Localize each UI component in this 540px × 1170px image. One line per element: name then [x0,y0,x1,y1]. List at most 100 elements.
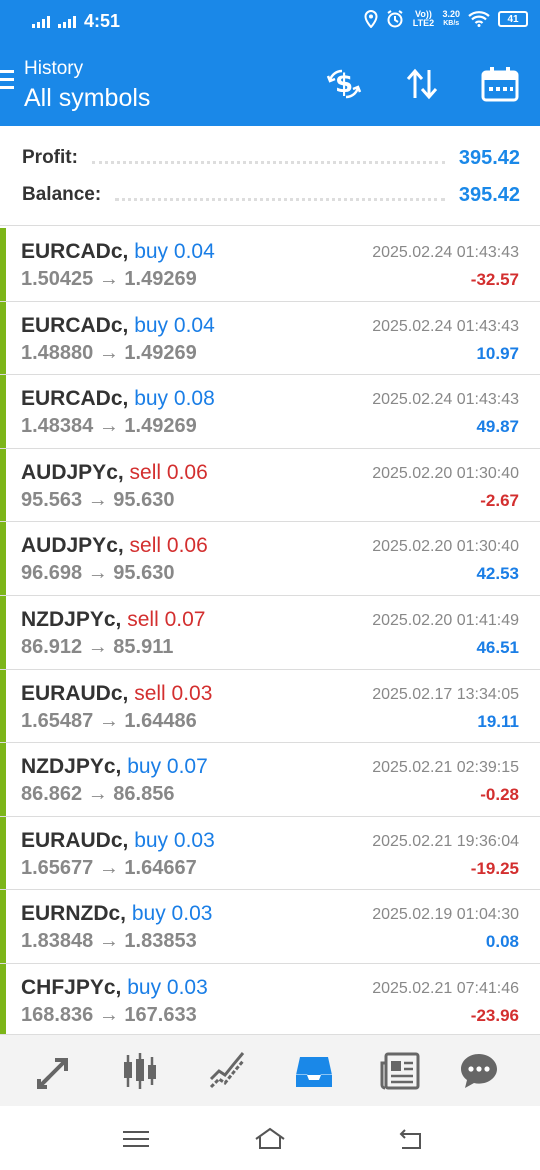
trade-prices: 168.836 → 167.633 [21,1003,197,1026]
trade-time: 2025.02.24 01:43:43 [372,244,519,261]
trade-symbol: EURCADc, buy 0.08 [21,387,215,411]
location-icon [364,10,378,28]
nav-history[interactable] [292,1049,336,1093]
wifi-icon [468,11,490,27]
trade-symbol: CHFJPYc, buy 0.03 [21,976,208,1000]
trade-prices: 1.65677 → 1.64667 [21,856,197,879]
trade-time: 2025.02.24 01:43:43 [372,317,519,335]
trade-row[interactable]: NZDJPYc, buy 0.07 86.862 → 86.856 2025.02.… [0,743,540,817]
trade-time: 2025.02.20 01:30:40 [372,538,519,556]
trade-row[interactable]: EURNZDc, buy 0.03 1.83848 → 1.83853 2025.0… [0,890,540,964]
trade-side: buy 0.04 [134,313,215,337]
trade-row[interactable]: AUDJPYc, sell 0.06 96.698 → 95.630 2025.02… [0,522,540,596]
bottom-nav [0,1034,540,1106]
trade-symbol: EURCADc, buy 0.04 [21,240,215,264]
symbol-name: EURCADc, [21,240,129,263]
symbol-name: NZDJPYc, [21,607,122,631]
trade-row[interactable]: AUDJPYc, sell 0.06 95.563 → 95.630 2025.02… [0,448,540,523]
trade-side: buy 0.03 [127,975,208,999]
trade-symbol: EURAUDc, sell 0.03 [21,682,212,706]
trade-symbol: EURAUDc, buy 0.03 [21,829,215,853]
trade-status-bar [0,522,6,595]
trade-status-bar [0,301,6,375]
messages-icon [461,1054,497,1088]
trade-time: 2025.02.20 01:30:40 [372,464,519,482]
signal-icon [32,16,50,28]
nav-quotes[interactable] [33,1049,77,1093]
trade-profit: -2.67 [480,490,519,510]
trade-row[interactable]: CHFJPYc, buy 0.03 168.836 → 167.633 2025.0… [0,963,540,1038]
trade-status-bar [0,743,6,816]
sort-icon[interactable] [402,64,442,104]
profit-row: Profit: 395.42 [22,143,520,173]
trade-row[interactable]: EURCADc, buy 0.04 1.50425 → 1.49269 2025.0… [0,228,540,302]
trade-prices: 96.698 → 95.630 [21,562,175,585]
menu-icon[interactable] [0,70,14,94]
symbol-name: EURCADc, [21,313,129,337]
trade-symbol: EURNZDc, buy 0.03 [21,902,212,926]
app-bar: History All symbols $ [0,42,540,126]
trade-row[interactable]: EURAUDc, buy 0.03 1.65677 → 1.64667 2025.0… [0,816,540,891]
trade-symbol: NZDJPYc, sell 0.07 [21,608,205,632]
trade-side: buy 0.04 [134,240,215,263]
trade-profit: 49.87 [476,417,519,437]
trade-symbol: AUDJPYc, sell 0.06 [21,461,208,485]
trade-side: sell 0.03 [134,681,213,705]
balance-row: Balance: 395.42 [22,180,520,210]
trade-profit: 10.97 [476,343,519,363]
trade-side: sell 0.06 [129,534,208,558]
symbol-name: EURAUDc, [21,681,129,705]
symbol-name: NZDJPYc, [21,755,122,779]
trade-prices: 1.48880 → 1.49269 [21,341,197,364]
trade-status-bar [0,448,6,522]
symbol-filter[interactable]: All symbols [24,84,150,113]
symbol-name: AUDJPYc, [21,534,124,558]
trade-time: 2025.02.21 02:39:15 [372,759,519,777]
trade-prices: 95.563 → 95.630 [21,488,175,511]
nav-chart[interactable] [118,1049,162,1093]
trade-row[interactable]: NZDJPYc, sell 0.07 86.912 → 85.911 2025.02… [0,595,540,670]
calendar-icon[interactable] [480,64,520,104]
trade-row[interactable]: EURCADc, buy 0.04 1.48880 → 1.49269 2025.0… [0,301,540,376]
history-icon [296,1057,332,1087]
symbol-name: AUDJPYc, [21,460,124,484]
svg-text:$: $ [335,69,353,99]
nav-messages[interactable] [457,1049,501,1093]
page-title: History [24,58,84,79]
trade-side: sell 0.07 [127,607,206,631]
trade-status-bar [0,890,6,963]
network-speed: 3.20 KB/s [442,9,460,28]
status-icons: Vo)) LTE2 3.20 KB/s 41 [364,10,528,28]
balance-label: Balance: [22,184,102,205]
trade-side: buy 0.07 [127,755,208,779]
trade-row[interactable]: EURCADc, buy 0.08 1.48384 → 1.49269 2025.0… [0,375,540,449]
trade-status-bar [0,375,6,448]
trade-prices: 86.912 → 85.911 [21,635,174,658]
back-icon[interactable] [394,1124,428,1154]
symbol-name: EURCADc, [21,387,129,411]
menu-lines-icon[interactable] [119,1124,153,1154]
trade-symbol: AUDJPYc, sell 0.06 [21,534,208,558]
trade-status-bar [0,669,6,743]
trade-row[interactable]: EURAUDc, sell 0.03 1.65487 → 1.64486 2025.… [0,669,540,744]
status-bar: 4:51 Vo)) LTE2 3.20 KB/s 41 [0,0,540,42]
nav-news[interactable] [378,1049,422,1093]
home-icon[interactable] [253,1124,287,1154]
profit-value: 395.42 [458,146,520,169]
trade-status-bar [0,228,6,301]
battery-icon: 41 [498,11,528,27]
symbol-name: EURAUDc, [21,828,129,852]
trade-symbol: NZDJPYc, buy 0.07 [21,755,208,779]
trade-status-bar [0,595,6,669]
trade-time: 2025.02.19 01:04:30 [372,906,519,924]
trade-profit: 42.53 [476,564,519,584]
trade-prices: 1.65487 → 1.64486 [21,709,197,732]
trade-side: sell 0.06 [129,460,208,484]
signal-icon-2 [58,16,76,28]
trade-profit: -23.96 [470,1005,519,1025]
account-summary: Profit: 395.42 Balance: 395.42 [0,126,540,226]
dollar-swap-icon[interactable]: $ [324,64,364,104]
trade-time: 2025.02.17 13:34:05 [372,685,519,703]
trade-list: EURCADc, buy 0.04 1.50425 → 1.49269 2025.0… [0,228,540,1038]
nav-trade[interactable] [205,1049,249,1093]
